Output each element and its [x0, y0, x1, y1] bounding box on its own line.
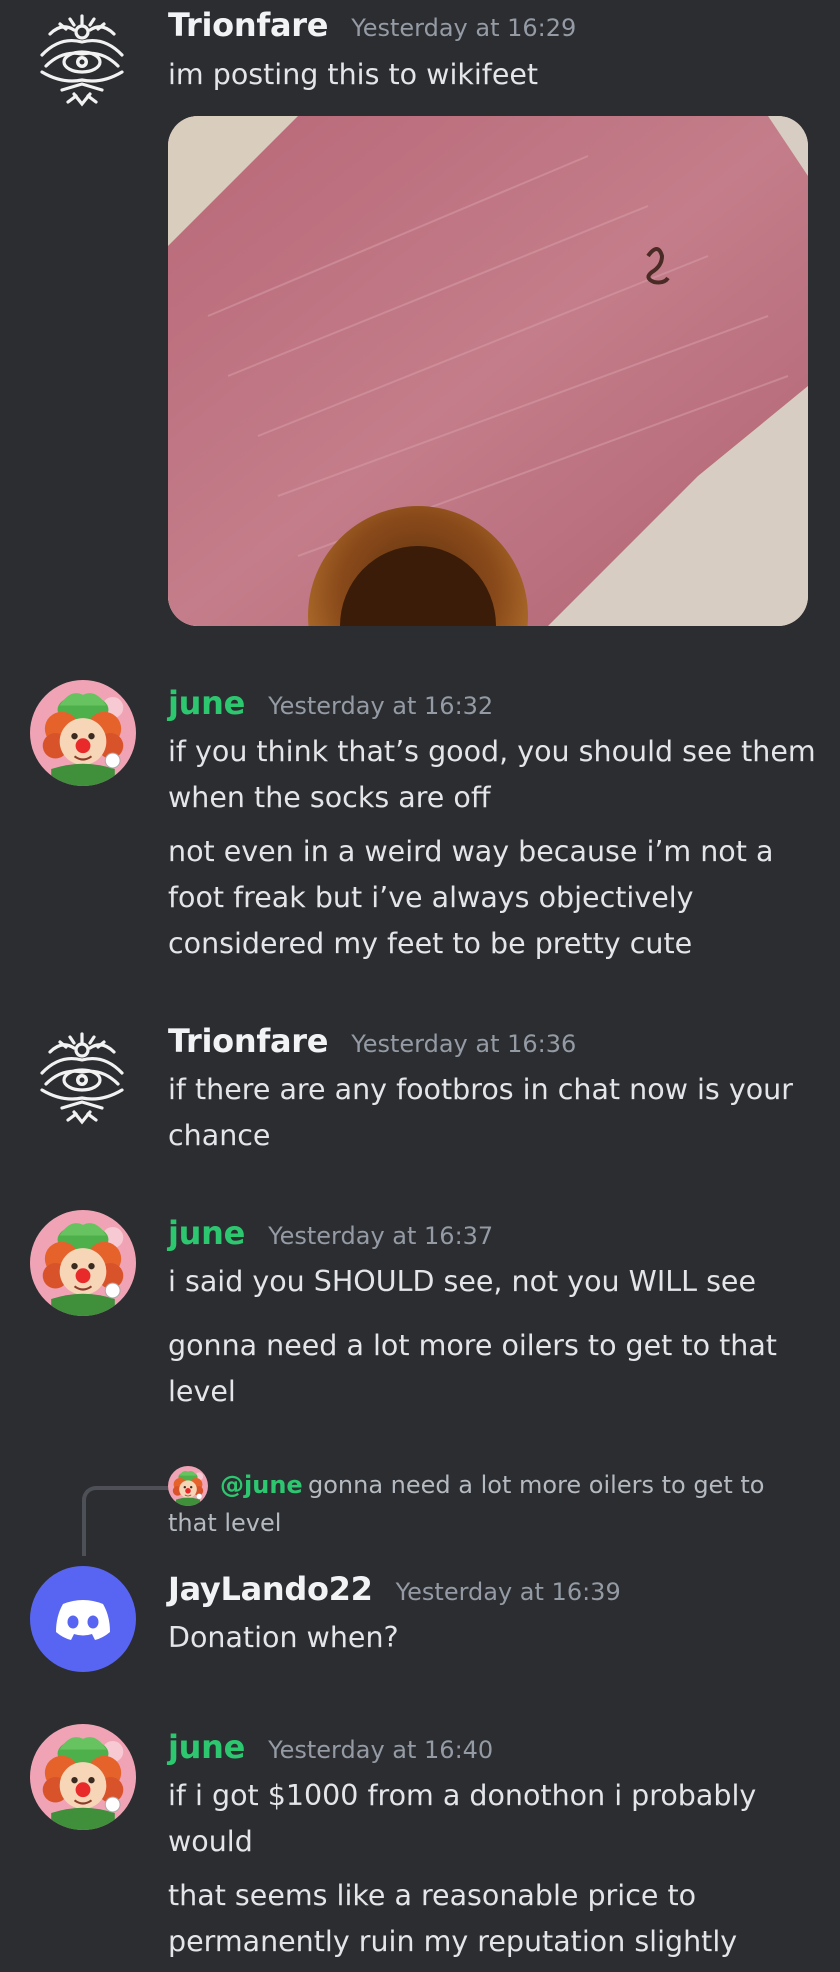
message-text: level [168, 1375, 236, 1408]
message-text: when the socks are off [168, 781, 491, 814]
message-text: if you think that’s good, you should see… [168, 735, 816, 768]
message-text: would [168, 1825, 253, 1858]
avatar[interactable] [30, 1210, 136, 1316]
message-text: if i got $1000 from a donothon i probabl… [168, 1779, 757, 1812]
reply-preview-text[interactable]: gonna need a lot more oilers to get to [308, 1471, 764, 1499]
reply-preview-text[interactable]: that level [168, 1509, 281, 1537]
message-header: june Yesterday at 16:37 [168, 1214, 493, 1252]
username[interactable]: june [168, 1728, 245, 1766]
username[interactable]: JayLando22 [168, 1570, 373, 1608]
message-header: Trionfare Yesterday at 16:29 [168, 6, 576, 44]
message-header: june Yesterday at 16:40 [168, 1728, 493, 1766]
username[interactable]: Trionfare [168, 1022, 328, 1060]
timestamp[interactable]: Yesterday at 16:36 [351, 1030, 576, 1058]
timestamp[interactable]: Yesterday at 16:29 [351, 14, 576, 42]
username[interactable]: june [168, 1214, 245, 1252]
occult-eye-icon[interactable] [32, 1028, 132, 1128]
reply-mention[interactable]: @june [220, 1471, 303, 1499]
message-text: if there are any footbros in chat now is… [168, 1073, 793, 1106]
message-text: im posting this to wikifeet [168, 58, 539, 91]
discord-default-avatar[interactable] [30, 1566, 136, 1672]
timestamp[interactable]: Yesterday at 16:40 [268, 1736, 493, 1764]
message-header: Trionfare Yesterday at 16:36 [168, 1022, 576, 1060]
message-text: Donation when? [168, 1621, 399, 1654]
reply-connector [82, 1486, 170, 1556]
message-text: permanently ruin my reputation slightly [168, 1925, 738, 1958]
chat-log: Trionfare Yesterday at 16:29 im posting … [0, 0, 840, 1972]
message-text: chance [168, 1119, 271, 1152]
reply-avatar[interactable] [168, 1466, 208, 1506]
username[interactable]: Trionfare [168, 6, 328, 44]
message-text: considered my feet to be pretty cute [168, 927, 693, 960]
message-header: JayLando22 Yesterday at 16:39 [168, 1570, 621, 1608]
timestamp[interactable]: Yesterday at 16:37 [268, 1222, 493, 1250]
timestamp[interactable]: Yesterday at 16:32 [268, 692, 493, 720]
occult-eye-icon[interactable] [32, 10, 132, 110]
message-text: not even in a weird way because i’m not … [168, 835, 774, 868]
message-text: i said you SHOULD see, not you WILL see [168, 1265, 756, 1298]
message-text: that seems like a reasonable price to [168, 1879, 697, 1912]
username[interactable]: june [168, 684, 245, 722]
image-attachment[interactable] [168, 116, 808, 626]
message-header: june Yesterday at 16:32 [168, 684, 493, 722]
discord-logo-icon [56, 1600, 110, 1640]
avatar[interactable] [30, 1724, 136, 1830]
message-text: gonna need a lot more oilers to get to t… [168, 1329, 777, 1362]
timestamp[interactable]: Yesterday at 16:39 [396, 1578, 621, 1606]
avatar[interactable] [30, 680, 136, 786]
message-text: foot freak but i’ve always objectively [168, 881, 694, 914]
